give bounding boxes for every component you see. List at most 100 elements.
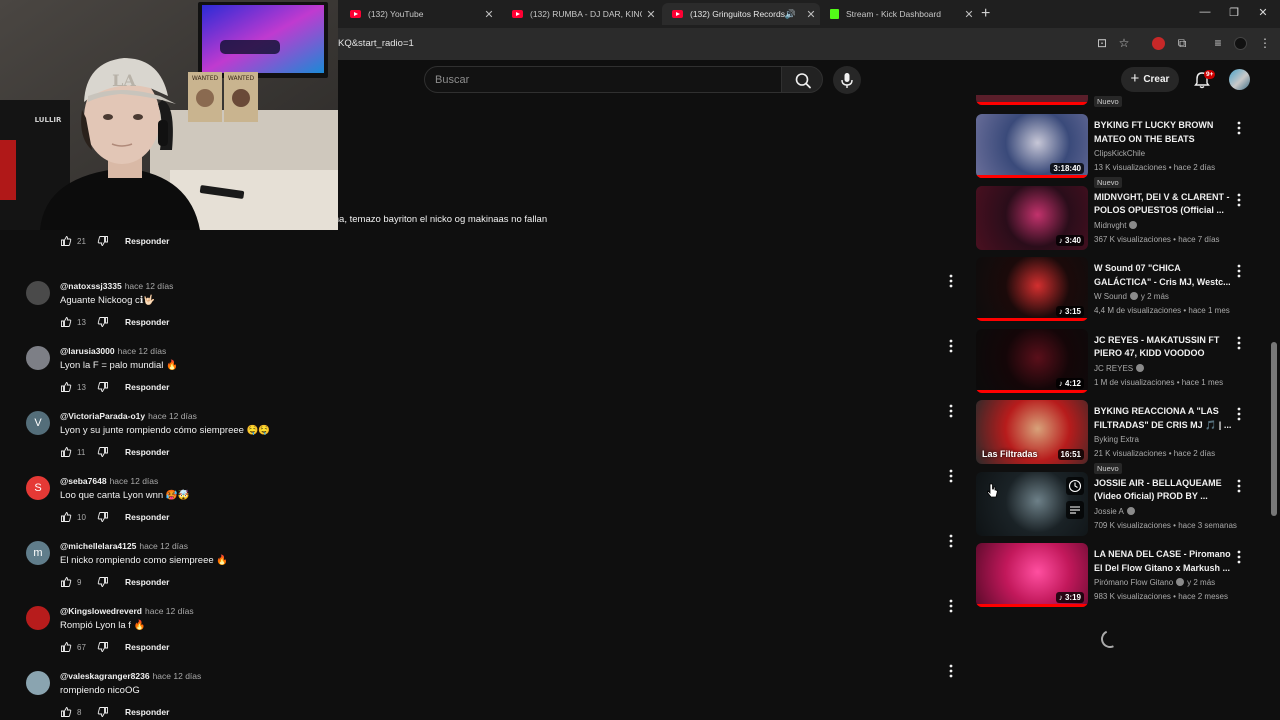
url-text[interactable]: KQ&start_radio=1 [338,38,414,49]
channel-name[interactable]: Jossie A [1094,506,1135,516]
browser-tab[interactable]: Stream - Kick Dashboard ✕ [820,3,978,25]
commenter-avatar[interactable] [26,606,50,630]
commenter-avatar[interactable] [26,346,50,370]
video-options-button[interactable] [1234,192,1244,208]
video-options-button[interactable] [1234,263,1244,279]
like-button[interactable] [60,316,72,328]
video-thumbnail[interactable]: 3:18:40 [976,114,1088,178]
video-options-button[interactable] [1234,478,1244,494]
dislike-button[interactable] [97,576,109,588]
create-button[interactable]: + Crear [1121,67,1179,92]
add-to-queue-icon[interactable] [1066,500,1084,519]
channel-name[interactable]: W Sound y 2 más [1094,292,1169,301]
browser-menu-icon[interactable]: ⋮ [1257,36,1273,50]
comment-author[interactable]: @valeskagranger8236 [60,671,150,681]
comment-author[interactable]: @seba7648 [60,476,107,486]
like-button[interactable] [60,511,72,523]
comment-time[interactable]: hace 12 días [148,411,197,421]
comment-options-button[interactable] [946,403,956,419]
reply-button[interactable]: Responder [125,707,169,717]
channel-name[interactable]: Midnvght [1094,220,1138,230]
video-thumbnail[interactable]: ♪ 3:15 [976,257,1088,321]
comment-time[interactable]: hace 12 días [118,346,167,356]
voice-search-button[interactable] [833,66,861,94]
like-button[interactable] [60,706,72,718]
search-box[interactable] [424,66,782,93]
comment-time[interactable]: hace 12 días [145,606,194,616]
reply-button[interactable]: Responder [125,512,169,522]
reply-button[interactable]: Responder [125,447,169,457]
recommended-video[interactable]: JOSSIE AIR - BELLAQUEAME (Video Oficial)… [970,471,1260,540]
browser-tab[interactable]: (132) RUMBA - DJ DAR, KING S ✕ [502,3,660,25]
comment-author[interactable]: @VictoriaParada-o1y [60,411,145,421]
video-title[interactable]: JC REYES - MAKATUSSIN FT PIERO 47, KIDD … [1094,334,1232,361]
video-title[interactable]: LA NENA DEL CASE - Piromano El Del Flow … [1094,548,1232,575]
comment-author[interactable]: @Kingslowedreverd [60,606,142,616]
video-thumbnail[interactable] [976,471,1088,536]
browser-profile-icon[interactable] [1234,37,1247,50]
recommended-video[interactable]: ♪ 4:12 JC REYES - MAKATUSSIN FT PIERO 47,… [970,328,1260,397]
tab-close-icon[interactable]: ✕ [642,8,660,21]
reply-button[interactable]: Responder [125,577,169,587]
speaker-icon[interactable]: 🔊 [785,9,796,20]
close-window-icon[interactable]: ✕ [1253,6,1273,19]
recommended-video[interactable]: ♪ 3:15 W Sound 07 "CHICA GALÁCTICA" - Cri… [970,257,1260,325]
commenter-avatar[interactable]: S [26,476,50,500]
like-button[interactable] [60,641,72,653]
partial-video-thumbnail[interactable] [976,95,1088,105]
video-thumbnail[interactable]: ♪ 3:40 [976,185,1088,250]
search-button[interactable] [781,66,823,93]
comment-options-button[interactable] [946,663,956,679]
comment-time[interactable]: hace 12 días [153,671,202,681]
restore-window-icon[interactable]: ❐ [1224,6,1244,19]
dislike-button[interactable] [97,235,109,247]
commenter-avatar[interactable]: m [26,541,50,565]
install-app-icon[interactable]: ⊡ [1094,36,1110,50]
media-controls-icon[interactable]: ≡ [1210,36,1226,50]
like-button[interactable] [60,446,72,458]
tab-close-icon[interactable]: ✕ [480,8,498,21]
recommended-video[interactable]: ♪ 3:40 MIDNVGHT, DEI V & CLARENT - POLOS … [970,185,1260,254]
extension-red-icon[interactable] [1152,37,1165,50]
reply-button[interactable]: Responder [125,236,169,246]
commenter-avatar[interactable] [26,671,50,695]
channel-name[interactable]: Byking Extra [1094,435,1139,444]
tab-close-icon[interactable]: ✕ [802,8,820,21]
bookmark-star-icon[interactable]: ☆ [1116,36,1132,50]
recommended-video[interactable]: 3:18:40 BYKING FT LUCKY BROWN MATEO ON TH… [970,114,1260,188]
browser-tab[interactable]: (132) YouTube ✕ [340,3,498,25]
like-button[interactable] [60,576,72,588]
video-options-button[interactable] [1234,335,1244,351]
comment-options-button[interactable] [946,338,956,354]
reply-button[interactable]: Responder [125,317,169,327]
video-options-button[interactable] [1234,406,1244,422]
extensions-puzzle-icon[interactable]: ⧉ [1174,36,1190,51]
video-title[interactable]: BYKING REACCIONA A "LAS FILTRADAS" DE CR… [1094,405,1232,432]
video-options-button[interactable] [1234,120,1244,136]
comment-author[interactable]: @larusia3000 [60,346,115,356]
video-thumbnail[interactable]: ♪ 4:12 [976,328,1088,393]
commenter-avatar[interactable] [26,281,50,305]
account-avatar[interactable] [1229,69,1250,90]
channel-name[interactable]: Pirómano Flow Gitano y 2 más [1094,578,1215,587]
video-title[interactable]: MIDNVGHT, DEI V & CLARENT - POLOS OPUEST… [1094,191,1232,218]
like-button[interactable] [60,381,72,393]
comment-time[interactable]: hace 12 días [110,476,159,486]
tab-close-icon[interactable]: ✕ [960,8,978,21]
recommended-video[interactable]: Las Filtradas 16:51 BYKING REACCIONA A "LA… [970,400,1260,474]
minimize-window-icon[interactable]: — [1195,6,1215,18]
new-tab-button[interactable]: + [981,5,990,23]
reply-button[interactable]: Responder [125,382,169,392]
comment-options-button[interactable] [946,468,956,484]
comment-options-button[interactable] [946,273,956,289]
comment-time[interactable]: hace 12 días [139,541,188,551]
dislike-button[interactable] [97,446,109,458]
recommended-video[interactable]: ♪ 3:19 LA NENA DEL CASE - Piromano El Del… [970,543,1260,611]
comment-time[interactable]: hace 12 días [125,281,174,291]
like-button[interactable] [60,235,72,247]
scrollbar-thumb[interactable] [1271,342,1277,516]
browser-tab[interactable]: (132) Gringuitos Records, (🔊 ✕ [662,3,820,25]
commenter-avatar[interactable]: V [26,411,50,435]
comment-options-button[interactable] [946,533,956,549]
video-title[interactable]: W Sound 07 "CHICA GALÁCTICA" - Cris MJ, … [1094,262,1232,289]
